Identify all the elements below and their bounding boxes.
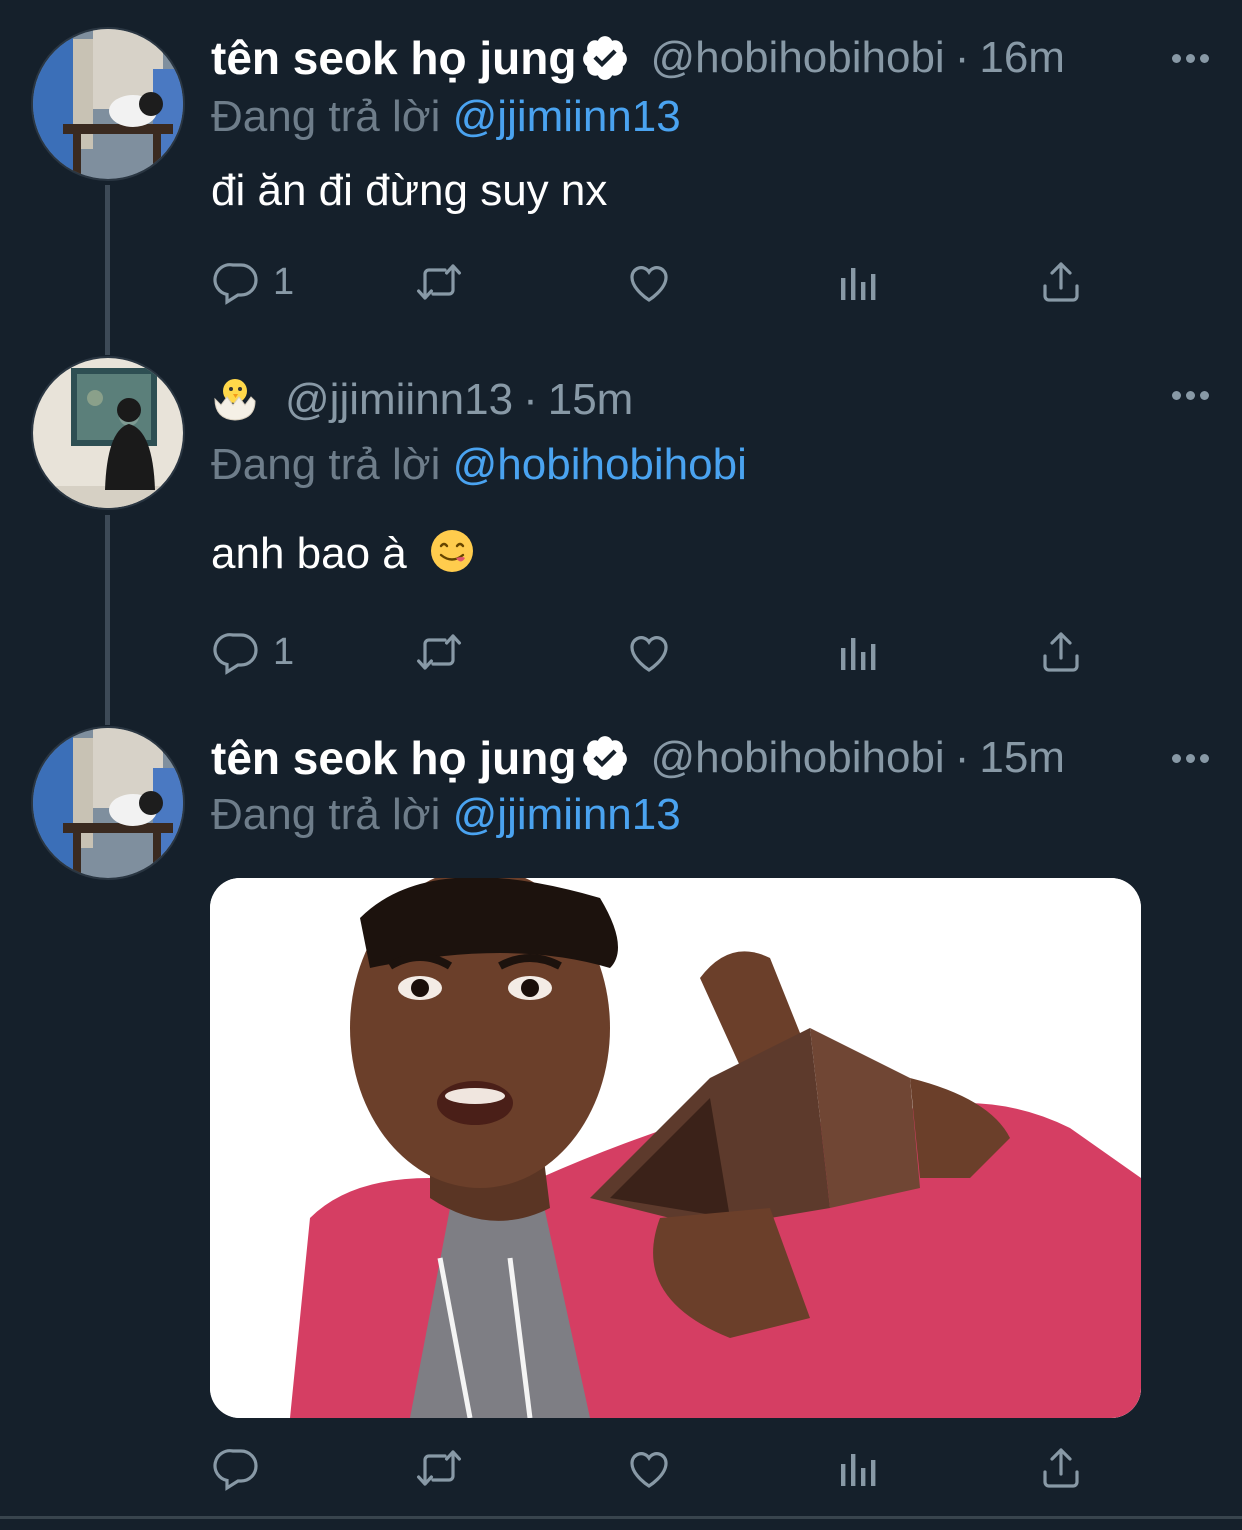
tweet[interactable]: tên seok họ jung @hobihobihobi · 16m Đan… (0, 0, 1242, 340)
like-icon (630, 1452, 668, 1488)
reply-count: 1 (273, 630, 295, 673)
analytics-button[interactable] (833, 1438, 881, 1498)
divider (0, 1516, 1242, 1519)
reply-prefix: Đang trả lời (211, 92, 441, 141)
more-icon[interactable] (1172, 728, 1209, 788)
share-button[interactable] (1037, 1438, 1085, 1498)
replying-to: Đang trả lời @jjimiinn13 (211, 790, 681, 840)
timestamp[interactable]: 15m (548, 375, 634, 425)
analytics-button[interactable] (833, 252, 881, 312)
hatching-chick-emoji (211, 373, 259, 428)
analytics-icon (841, 638, 876, 670)
retweet-icon (417, 264, 461, 300)
like-icon (630, 266, 668, 302)
timestamp[interactable]: 16m (979, 33, 1065, 83)
tweet-text: đi ăn đi đừng suy nx (211, 166, 608, 215)
like-button[interactable] (625, 1438, 673, 1498)
reply-prefix: Đang trả lời (211, 440, 441, 489)
share-button[interactable] (1037, 252, 1085, 312)
share-button[interactable] (1037, 622, 1085, 682)
verified-badge-icon (583, 736, 628, 780)
share-icon (1043, 632, 1079, 672)
retweet-button[interactable] (415, 622, 463, 682)
more-icon[interactable] (1172, 365, 1209, 425)
reply-button[interactable]: 1 (213, 622, 294, 682)
username[interactable]: @hobihobihobi (650, 33, 944, 83)
replying-to: Đang trả lời @jjimiinn13 (211, 92, 681, 142)
avatar[interactable] (31, 27, 185, 181)
mention-link[interactable]: @jjimiinn13 (453, 92, 681, 141)
separator: · (954, 733, 970, 782)
retweet-button[interactable] (415, 252, 463, 312)
like-button[interactable] (625, 622, 673, 682)
username[interactable]: @hobihobihobi (650, 733, 944, 783)
tweet-photo[interactable] (210, 878, 1141, 1418)
reply-icon (213, 1449, 258, 1491)
username[interactable]: @jjimiinn13 (285, 375, 513, 425)
retweet-button[interactable] (415, 1438, 463, 1498)
reply-button[interactable] (213, 1438, 261, 1498)
retweet-icon (417, 1450, 461, 1486)
action-bar: 1 (211, 622, 1091, 682)
avatar[interactable] (31, 726, 185, 880)
action-bar (211, 1438, 1091, 1498)
display-name[interactable]: tên seok họ jung (211, 731, 576, 785)
replying-to: Đang trả lời @hobihobihobi (211, 440, 747, 490)
mention-link[interactable]: @hobihobihobi (453, 440, 747, 489)
tweet[interactable]: @jjimiinn13 · 15m Đang trả lời @hobihobi… (0, 340, 1242, 720)
timestamp[interactable]: 15m (979, 733, 1065, 783)
face-savoring-food-emoji (429, 528, 475, 585)
avatar[interactable] (31, 356, 185, 510)
reply-prefix: Đang trả lời (211, 790, 441, 839)
display-name[interactable]: tên seok họ jung (211, 31, 576, 85)
action-bar: 1 (211, 252, 1091, 312)
reply-icon (213, 633, 258, 675)
share-icon (1043, 262, 1079, 302)
separator: · (523, 375, 538, 424)
mention-link[interactable]: @jjimiinn13 (453, 790, 681, 839)
tweet-text-content: anh bao à (211, 529, 407, 579)
separator: · (954, 33, 970, 82)
analytics-icon (841, 1454, 876, 1486)
reply-button[interactable]: 1 (213, 252, 294, 312)
analytics-button[interactable] (833, 622, 881, 682)
tweet-text: anh bao à (211, 528, 475, 585)
retweet-icon (417, 634, 461, 670)
like-icon (630, 636, 668, 672)
like-button[interactable] (625, 252, 673, 312)
reply-icon (213, 263, 258, 305)
share-icon (1043, 1448, 1079, 1488)
analytics-icon (841, 268, 876, 300)
more-icon[interactable] (1172, 28, 1209, 88)
verified-badge-icon (583, 36, 628, 80)
reply-count: 1 (273, 260, 295, 303)
